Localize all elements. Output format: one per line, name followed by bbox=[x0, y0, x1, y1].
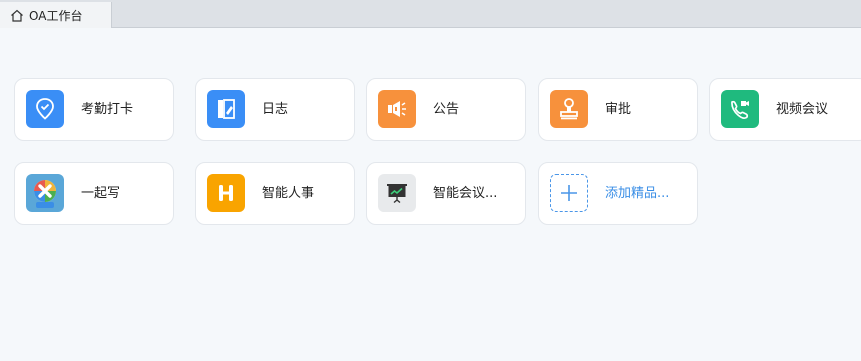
app-label: 智能人事 bbox=[262, 186, 315, 201]
app-add-more[interactable]: 添加精品... bbox=[538, 162, 698, 225]
tab-bar: OA工作台 bbox=[0, 0, 861, 28]
presentation-chart-icon bbox=[378, 174, 416, 212]
app-label: 审批 bbox=[605, 102, 632, 117]
app-journal[interactable]: 日志 bbox=[195, 78, 355, 141]
app-label: 添加精品... bbox=[605, 186, 670, 201]
app-announcement[interactable]: 公告 bbox=[366, 78, 526, 141]
app-label: 日志 bbox=[262, 102, 289, 117]
hr-h-icon bbox=[207, 174, 245, 212]
app-label: 考勤打卡 bbox=[81, 102, 134, 117]
app-approval[interactable]: 审批 bbox=[538, 78, 698, 141]
journal-edit-icon bbox=[207, 90, 245, 128]
app-label: 一起写 bbox=[81, 186, 121, 201]
app-write-together[interactable]: 一起写 bbox=[14, 162, 174, 225]
app-attendance[interactable]: 考勤打卡 bbox=[14, 78, 174, 141]
add-icon bbox=[550, 174, 588, 212]
tab-title: OA工作台 bbox=[29, 8, 83, 23]
location-check-icon bbox=[26, 90, 64, 128]
home-icon bbox=[11, 9, 23, 22]
app-smart-meeting[interactable]: 智能会议... bbox=[366, 162, 526, 225]
app-label: 智能会议... bbox=[433, 186, 498, 201]
tab-oa-workbench[interactable]: OA工作台 bbox=[0, 2, 112, 28]
app-smart-hr[interactable]: 智能人事 bbox=[195, 162, 355, 225]
app-label: 视频会议 bbox=[776, 102, 829, 117]
collab-write-icon bbox=[26, 174, 64, 212]
app-video-meeting[interactable]: 视频会议 bbox=[709, 78, 861, 141]
video-call-icon bbox=[721, 90, 759, 128]
stamp-icon bbox=[550, 90, 588, 128]
megaphone-icon bbox=[378, 90, 416, 128]
app-label: 公告 bbox=[433, 102, 460, 117]
